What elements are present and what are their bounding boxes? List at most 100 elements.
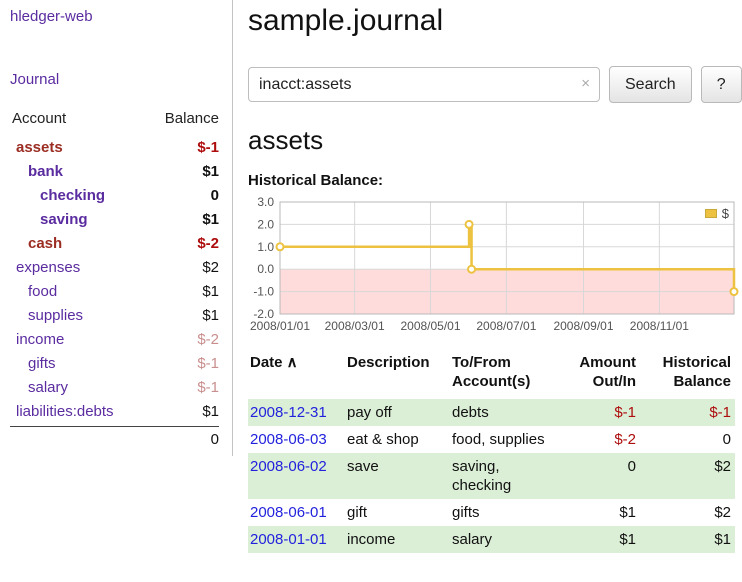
- account-row: saving $1: [10, 207, 219, 231]
- account-balance: $1: [202, 163, 219, 180]
- chart-canvas: 3.02.01.00.0-1.0-2.02008/01/012008/03/01…: [248, 197, 737, 337]
- account-link[interactable]: expenses: [10, 259, 80, 276]
- account-link[interactable]: bank: [10, 163, 63, 180]
- account-row: income $-2: [10, 327, 219, 351]
- register-date-link[interactable]: 2008-06-02: [250, 458, 327, 475]
- search-field-wrap: ×: [248, 67, 600, 102]
- historical-balance-chart: $ 3.02.01.00.0-1.0-2.02008/01/012008/03/…: [248, 197, 737, 337]
- register-col-header-date[interactable]: Date ∧: [248, 351, 345, 399]
- account-link[interactable]: supplies: [10, 307, 83, 324]
- account-row: food $1: [10, 279, 219, 303]
- account-balance: $1: [202, 307, 219, 324]
- account-balance: $-2: [197, 331, 219, 348]
- account-row: gifts $-1: [10, 351, 219, 375]
- sidebar-journal-link[interactable]: Journal: [10, 71, 219, 88]
- register-description: pay off: [345, 399, 450, 426]
- account-balance: $-1: [197, 379, 219, 396]
- accounts-table-header: Account Balance: [10, 108, 219, 135]
- register-balance: $1: [714, 531, 731, 548]
- svg-text:2008/03/01: 2008/03/01: [325, 319, 385, 333]
- register-date-link[interactable]: 2008-01-01: [250, 531, 327, 548]
- register-col-header-accounts: To/FromAccount(s): [450, 351, 565, 399]
- account-balance: $2: [202, 259, 219, 276]
- register-date-link[interactable]: 2008-06-03: [250, 431, 327, 448]
- account-balance: $-1: [197, 355, 219, 372]
- balance-column-header: Balance: [165, 110, 219, 127]
- legend-color-swatch: [705, 209, 717, 218]
- journal-title: sample.journal: [248, 4, 735, 38]
- accounts-table: Account Balance assets$-1bank$1checking0…: [10, 108, 219, 448]
- help-button[interactable]: ?: [701, 66, 742, 103]
- register-date-link[interactable]: 2008-06-01: [250, 504, 327, 521]
- svg-text:0.0: 0.0: [257, 262, 274, 276]
- register-amount: $1: [619, 504, 636, 521]
- chart-title: Historical Balance:: [248, 172, 735, 189]
- register-balance: 0: [723, 431, 731, 448]
- account-balance: $1: [202, 283, 219, 300]
- register-header-row: Date ∧DescriptionTo/FromAccount(s)Amount…: [248, 351, 735, 399]
- register-table: Date ∧DescriptionTo/FromAccount(s)Amount…: [248, 351, 735, 553]
- svg-text:2008/09/01: 2008/09/01: [553, 319, 613, 333]
- register-description: gift: [345, 499, 450, 526]
- total-balance: 0: [211, 431, 219, 448]
- svg-text:2008/01/01: 2008/01/01: [250, 319, 310, 333]
- account-row: expenses $2: [10, 255, 219, 279]
- chart-legend: $: [701, 204, 733, 223]
- account-row: supplies $1: [10, 303, 219, 327]
- legend-label: $: [722, 206, 729, 221]
- svg-text:2008/07/01: 2008/07/01: [476, 319, 536, 333]
- register-description: save: [345, 453, 450, 499]
- register-accounts: gifts: [450, 499, 565, 526]
- account-balance: 0: [211, 187, 219, 204]
- svg-text:2.0: 2.0: [257, 217, 274, 231]
- register-accounts: debts: [450, 399, 565, 426]
- register-col-header-balance: HistoricalBalance: [640, 351, 735, 399]
- account-link[interactable]: cash: [10, 235, 62, 252]
- sort-ascending-icon: ∧: [283, 354, 298, 371]
- register-balance: $-1: [709, 404, 731, 421]
- accounts-total-row: 0: [10, 426, 219, 448]
- account-link[interactable]: saving: [10, 211, 88, 228]
- account-balance: $1: [202, 211, 219, 228]
- register-amount: 0: [628, 458, 636, 475]
- svg-text:1.0: 1.0: [257, 240, 274, 254]
- account-link[interactable]: food: [10, 283, 57, 300]
- register-description: eat & shop: [345, 426, 450, 453]
- svg-text:3.0: 3.0: [257, 195, 274, 209]
- clear-search-icon[interactable]: ×: [581, 75, 590, 92]
- register-description: income: [345, 526, 450, 553]
- accounts-column-header: Account: [12, 110, 66, 127]
- app-title-link[interactable]: hledger-web: [10, 8, 219, 25]
- search-bar: × Search ?: [248, 66, 735, 103]
- account-link[interactable]: checking: [10, 187, 105, 204]
- accounts-rows: assets$-1bank$1checking0saving$1cash$-2e…: [10, 135, 219, 423]
- search-input[interactable]: [248, 67, 600, 102]
- register-accounts: food, supplies: [450, 426, 565, 453]
- register-row: 2008-06-02 savesaving, checking 0 $2: [248, 453, 735, 499]
- register-balance: $2: [714, 504, 731, 521]
- search-button[interactable]: Search: [609, 66, 692, 103]
- register-row: 2008-06-03eat & shopfood, supplies$-20: [248, 426, 735, 453]
- account-link[interactable]: gifts: [10, 355, 56, 372]
- register-date-link[interactable]: 2008-12-31: [250, 404, 327, 421]
- register-accounts: salary: [450, 526, 565, 553]
- account-row: salary $-1: [10, 375, 219, 399]
- register-amount: $-1: [614, 404, 636, 421]
- register-accounts: saving, checking: [450, 453, 565, 499]
- account-row: liabilities:debts$1: [10, 399, 219, 423]
- account-link[interactable]: income: [10, 331, 64, 348]
- account-link[interactable]: salary: [10, 379, 68, 396]
- register-balance: $2: [714, 458, 731, 475]
- account-link[interactable]: assets: [10, 139, 63, 156]
- svg-text:2008/11/01: 2008/11/01: [630, 319, 689, 333]
- account-row: assets$-1: [10, 135, 219, 159]
- account-row: cash $-2: [10, 231, 219, 255]
- account-link[interactable]: liabilities:debts: [10, 403, 114, 420]
- register-row: 2008-12-31 pay offdebts $-1 $-1: [248, 399, 735, 426]
- main-content: sample.journal × Search ? assets Histori…: [233, 0, 742, 553]
- hledger-web-app: hledger-web Journal Account Balance asse…: [0, 0, 742, 553]
- register-amount: $1: [619, 531, 636, 548]
- svg-text:-1.0: -1.0: [253, 285, 274, 299]
- account-balance: $-2: [197, 235, 219, 252]
- svg-text:2008/05/01: 2008/05/01: [400, 319, 460, 333]
